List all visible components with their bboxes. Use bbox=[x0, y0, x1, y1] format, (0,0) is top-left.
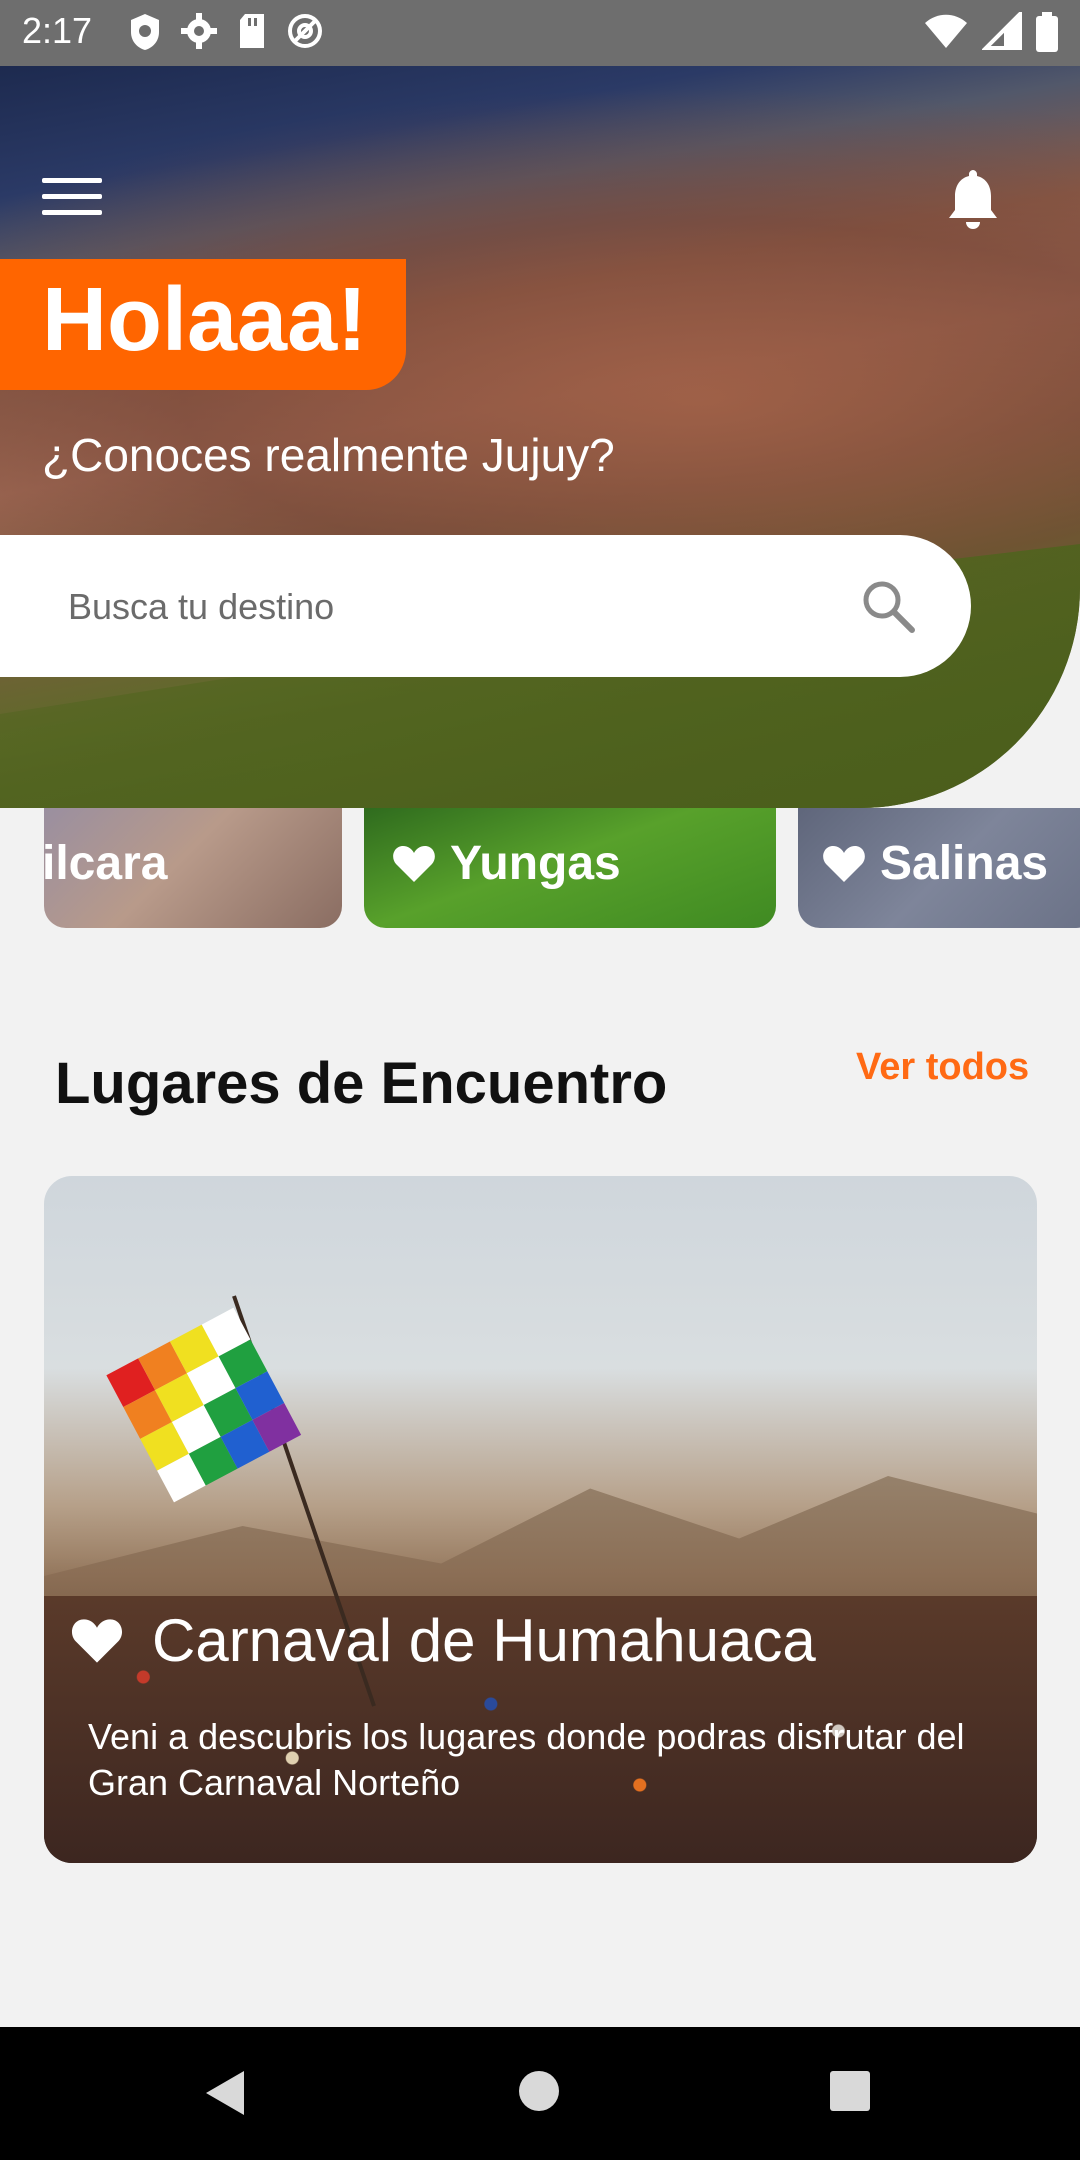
hero-banner: Holaaa! ¿Conoces realmente Jujuy? bbox=[0, 66, 1080, 808]
section-title: Lugares de Encuentro bbox=[55, 1051, 668, 1116]
status-right-icons bbox=[924, 12, 1058, 52]
see-all-link[interactable]: Ver todos bbox=[856, 1046, 1029, 1089]
menu-icon[interactable] bbox=[42, 178, 102, 224]
signal-icon bbox=[982, 12, 1022, 50]
sd-card-icon bbox=[240, 14, 264, 48]
wifi-icon bbox=[925, 14, 967, 48]
status-time: 2:17 bbox=[22, 10, 93, 51]
home-icon[interactable] bbox=[519, 2071, 559, 2111]
feature-title: Carnaval de Humahuaca bbox=[152, 1607, 816, 1674]
recents-icon[interactable] bbox=[830, 2071, 870, 2111]
greeting-banner: Holaaa! bbox=[0, 259, 406, 390]
greeting-text: Holaaa! bbox=[42, 270, 368, 370]
category-card[interactable]: Yungas bbox=[364, 808, 776, 928]
battery-icon bbox=[1036, 12, 1058, 52]
notification-bell-icon[interactable] bbox=[944, 166, 1002, 232]
feature-title-row: Carnaval de Humahuaca bbox=[70, 1606, 816, 1675]
category-label: Salinas bbox=[880, 837, 1049, 890]
feature-description: Veni a descubris los lugares donde podra… bbox=[88, 1716, 965, 1803]
heart-icon[interactable] bbox=[70, 1617, 124, 1665]
category-card[interactable]: ilcara bbox=[44, 808, 342, 928]
heart-icon[interactable] bbox=[392, 844, 436, 884]
category-label: ilcara bbox=[44, 837, 168, 890]
search-icon[interactable] bbox=[860, 578, 916, 634]
status-bar: 2:17 bbox=[0, 0, 1080, 66]
page-subtitle: ¿Conoces realmente Jujuy? bbox=[42, 429, 615, 481]
category-card[interactable]: Salinas bbox=[798, 808, 1080, 928]
at-sign-icon bbox=[288, 14, 322, 48]
search-input[interactable] bbox=[66, 571, 850, 643]
back-icon[interactable] bbox=[204, 2069, 246, 2117]
category-carousel[interactable]: ilcara Yungas Salinas bbox=[0, 808, 1080, 928]
feature-card[interactable]: Carnaval de Humahuaca Veni a descubris l… bbox=[44, 1176, 1037, 1863]
shield-icon bbox=[131, 14, 159, 50]
gear-icon bbox=[181, 13, 217, 49]
heart-icon[interactable] bbox=[822, 844, 866, 884]
system-navigation-bar bbox=[0, 2027, 1080, 2160]
status-left-icons bbox=[128, 12, 324, 52]
category-label: Yungas bbox=[450, 837, 621, 890]
search-bar bbox=[0, 535, 971, 677]
